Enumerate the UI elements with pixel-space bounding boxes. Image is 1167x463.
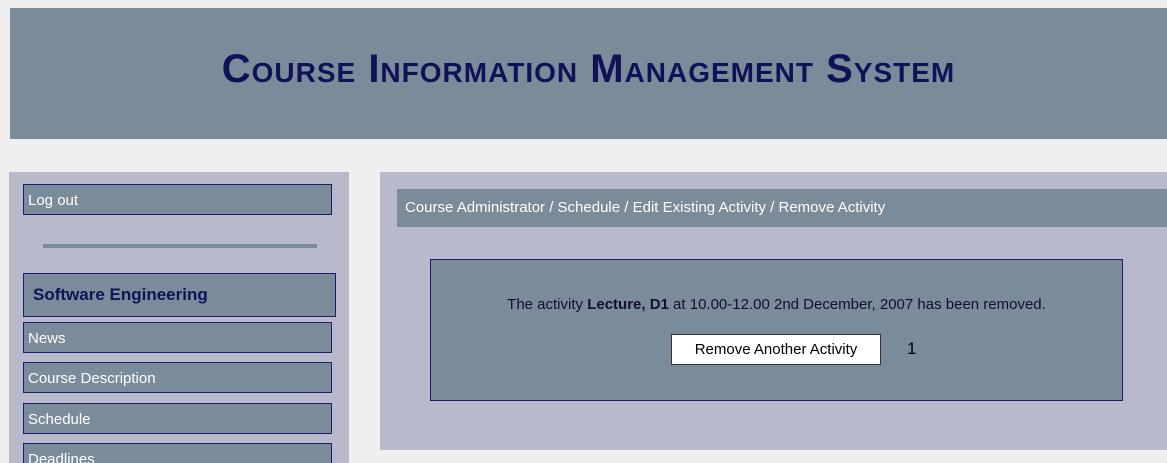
sidebar-item-deadlines[interactable]: Deadlines — [23, 443, 332, 463]
step-number: 1 — [907, 339, 917, 358]
logout-link[interactable]: Log out — [23, 184, 332, 215]
sidebar-item-news[interactable]: News — [23, 322, 332, 353]
header-banner: Course Information Management System — [10, 8, 1167, 139]
notice-panel: The activity Lecture, D1 at 10.00-12.00 … — [430, 259, 1123, 401]
main-content: Course Administrator / Schedule / Edit E… — [380, 172, 1167, 450]
sidebar: Log out Software Engineering News Course… — [9, 172, 349, 463]
course-heading: Software Engineering — [23, 273, 336, 317]
sidebar-divider — [43, 244, 317, 248]
message-suffix: at 10.00-12.00 2nd December, 2007 has be… — [668, 296, 1046, 313]
sidebar-item-schedule[interactable]: Schedule — [23, 403, 332, 434]
breadcrumb: Course Administrator / Schedule / Edit E… — [397, 189, 1167, 227]
page-title: Course Information Management System — [221, 47, 956, 91]
removal-message: The activity Lecture, D1 at 10.00-12.00 … — [431, 296, 1122, 313]
sidebar-item-course-description[interactable]: Course Description — [23, 362, 332, 393]
remove-another-activity-button[interactable]: Remove Another Activity — [671, 334, 881, 365]
message-prefix: The activity — [507, 296, 588, 313]
activity-name: Lecture, D1 — [587, 296, 669, 313]
page: Course Information Management System Log… — [0, 0, 1167, 463]
